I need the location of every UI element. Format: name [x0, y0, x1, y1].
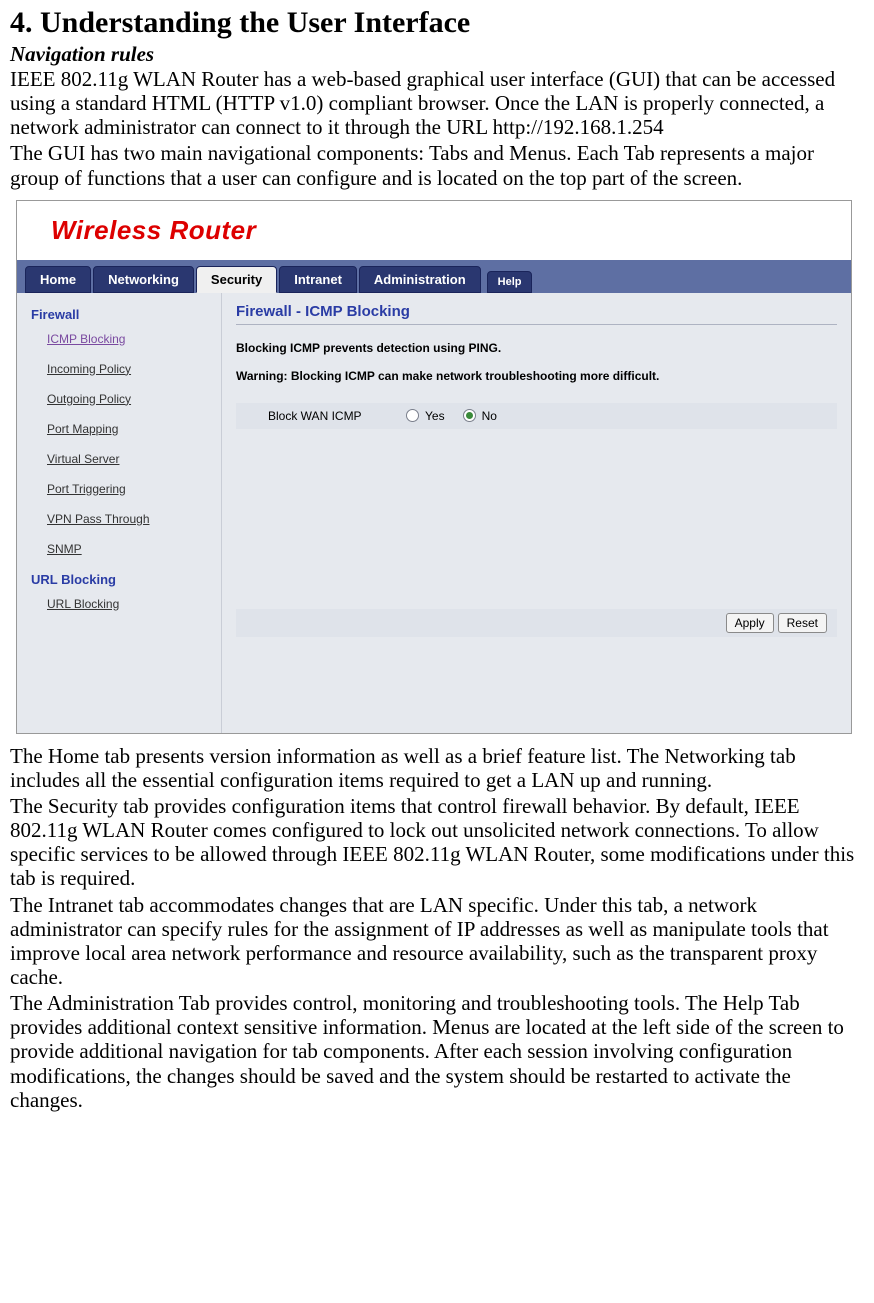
embedded-screenshot: Wireless Router Home Networking Security… [10, 194, 864, 740]
tab-help[interactable]: Help [487, 271, 533, 293]
sidebar-item-virtual-server[interactable]: Virtual Server [47, 452, 215, 466]
after-paragraph-1: The Home tab presents version informatio… [10, 744, 864, 792]
router-gui-window: Wireless Router Home Networking Security… [16, 200, 852, 734]
sidebar-item-snmp[interactable]: SNMP [47, 542, 215, 556]
radio-group-yes: Yes [406, 409, 445, 423]
page-description: Blocking ICMP prevents detection using P… [236, 341, 837, 355]
sidebar-item-port-triggering[interactable]: Port Triggering [47, 482, 215, 496]
sidebar-heading-firewall: Firewall [31, 307, 215, 322]
gui-header: Wireless Router [17, 201, 851, 260]
radio-yes[interactable] [406, 409, 419, 422]
after-paragraph-2: The Security tab provides configuration … [10, 794, 864, 891]
sidebar-item-outgoing-policy[interactable]: Outgoing Policy [47, 392, 215, 406]
tab-bar: Home Networking Security Intranet Admini… [17, 260, 851, 293]
section-heading: 4. Understanding the User Interface [10, 6, 864, 40]
page-title: Firewall - ICMP Blocking [236, 303, 837, 325]
field-row-block-wan-icmp: Block WAN ICMP Yes No [236, 403, 837, 429]
tab-home[interactable]: Home [25, 266, 91, 293]
intro-paragraph-1: IEEE 802.11g WLAN Router has a web-based… [10, 67, 864, 139]
logo-text: Wireless Router [51, 215, 256, 245]
tab-administration[interactable]: Administration [359, 266, 481, 293]
radio-group-no: No [463, 409, 497, 423]
tab-intranet[interactable]: Intranet [279, 266, 357, 293]
reset-button[interactable]: Reset [778, 613, 827, 633]
after-paragraph-3: The Intranet tab accommodates changes th… [10, 893, 864, 990]
field-label: Block WAN ICMP [268, 409, 388, 423]
after-paragraph-4: The Administration Tab provides control,… [10, 991, 864, 1112]
button-bar: Apply Reset [236, 609, 837, 637]
apply-button[interactable]: Apply [726, 613, 774, 633]
sidebar: Firewall ICMP Blocking Incoming Policy O… [17, 293, 222, 733]
gui-body: Firewall ICMP Blocking Incoming Policy O… [17, 293, 851, 733]
main-panel: Firewall - ICMP Blocking Blocking ICMP p… [222, 293, 851, 733]
radio-label-no: No [482, 409, 497, 423]
intro-paragraph-2: The GUI has two main navigational compon… [10, 141, 864, 189]
page-warning: Warning: Blocking ICMP can make network … [236, 369, 837, 383]
sidebar-item-url-blocking[interactable]: URL Blocking [47, 597, 215, 611]
sidebar-heading-url-blocking: URL Blocking [31, 572, 215, 587]
sidebar-item-port-mapping[interactable]: Port Mapping [47, 422, 215, 436]
section-subheading: Navigation rules [10, 42, 864, 67]
sidebar-item-icmp-blocking[interactable]: ICMP Blocking [47, 332, 215, 346]
tab-security[interactable]: Security [196, 266, 277, 293]
radio-no[interactable] [463, 409, 476, 422]
tab-networking[interactable]: Networking [93, 266, 194, 293]
sidebar-item-incoming-policy[interactable]: Incoming Policy [47, 362, 215, 376]
sidebar-item-vpn-pass-through[interactable]: VPN Pass Through [47, 512, 215, 526]
radio-label-yes: Yes [425, 409, 445, 423]
